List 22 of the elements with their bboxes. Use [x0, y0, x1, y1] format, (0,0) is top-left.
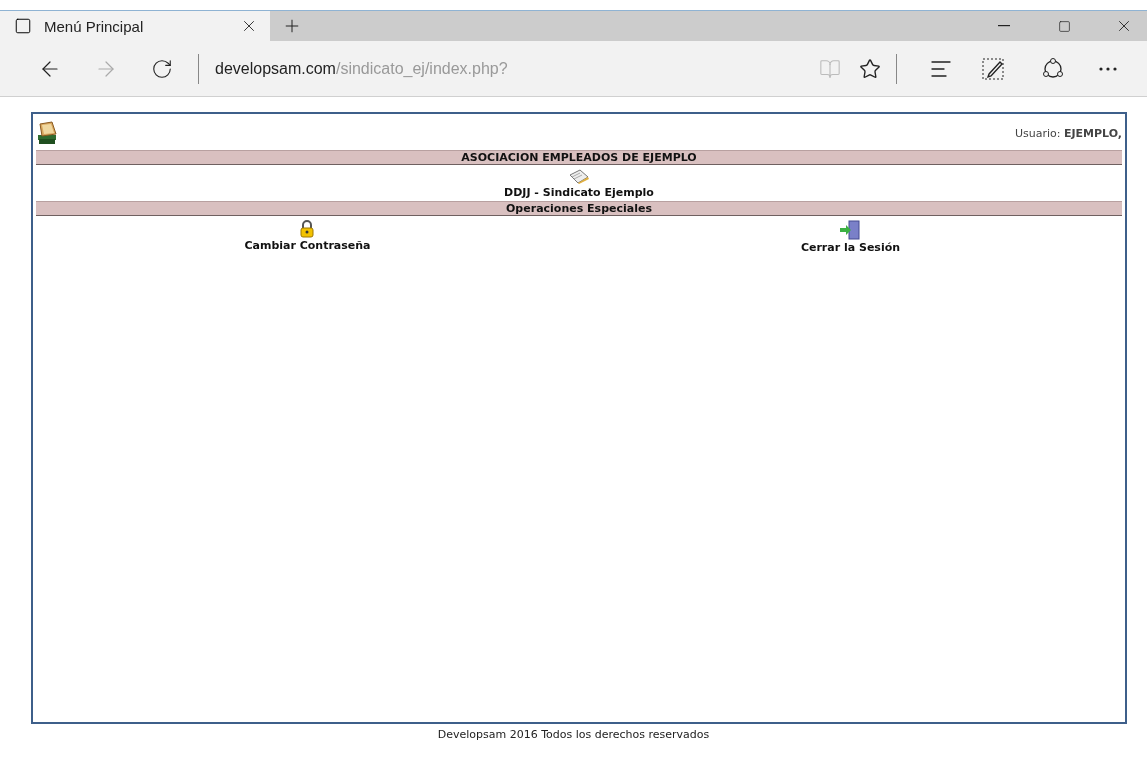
pen-icon [980, 55, 1006, 82]
address-bar[interactable]: developsam.com/sindicato_ej/index.php? [215, 59, 810, 78]
maximize-icon [1057, 19, 1071, 33]
books-icon [36, 121, 58, 145]
user-label: Usuario: EJEMPLO, [1014, 126, 1122, 140]
exit-door-icon [839, 220, 862, 240]
browser-tab[interactable]: Menú Principal [0, 11, 270, 41]
refresh-icon [151, 57, 173, 80]
tab-title: Menú Principal [44, 17, 145, 35]
menu-link[interactable]: DDJJ - Sindicato Ejemplo [504, 169, 654, 199]
padlock-icon [299, 220, 316, 238]
book-icon [819, 57, 841, 80]
notepad-icon [568, 169, 590, 185]
menu-link[interactable]: Cambiar Contraseña [244, 220, 371, 254]
section-header: ASOCIACION EMPLEADOS DE EJEMPLO [36, 150, 1122, 165]
tab-page-icon [14, 17, 32, 35]
more-icon [1099, 66, 1117, 71]
minimize-icon [998, 25, 1010, 27]
section-header: Operaciones Especiales [36, 201, 1122, 216]
menu-link[interactable]: Cerrar la Sesión [800, 220, 901, 254]
footer-text: Developsam 2016 Todos los derechos reservados [436, 728, 711, 741]
star-icon [859, 57, 881, 80]
